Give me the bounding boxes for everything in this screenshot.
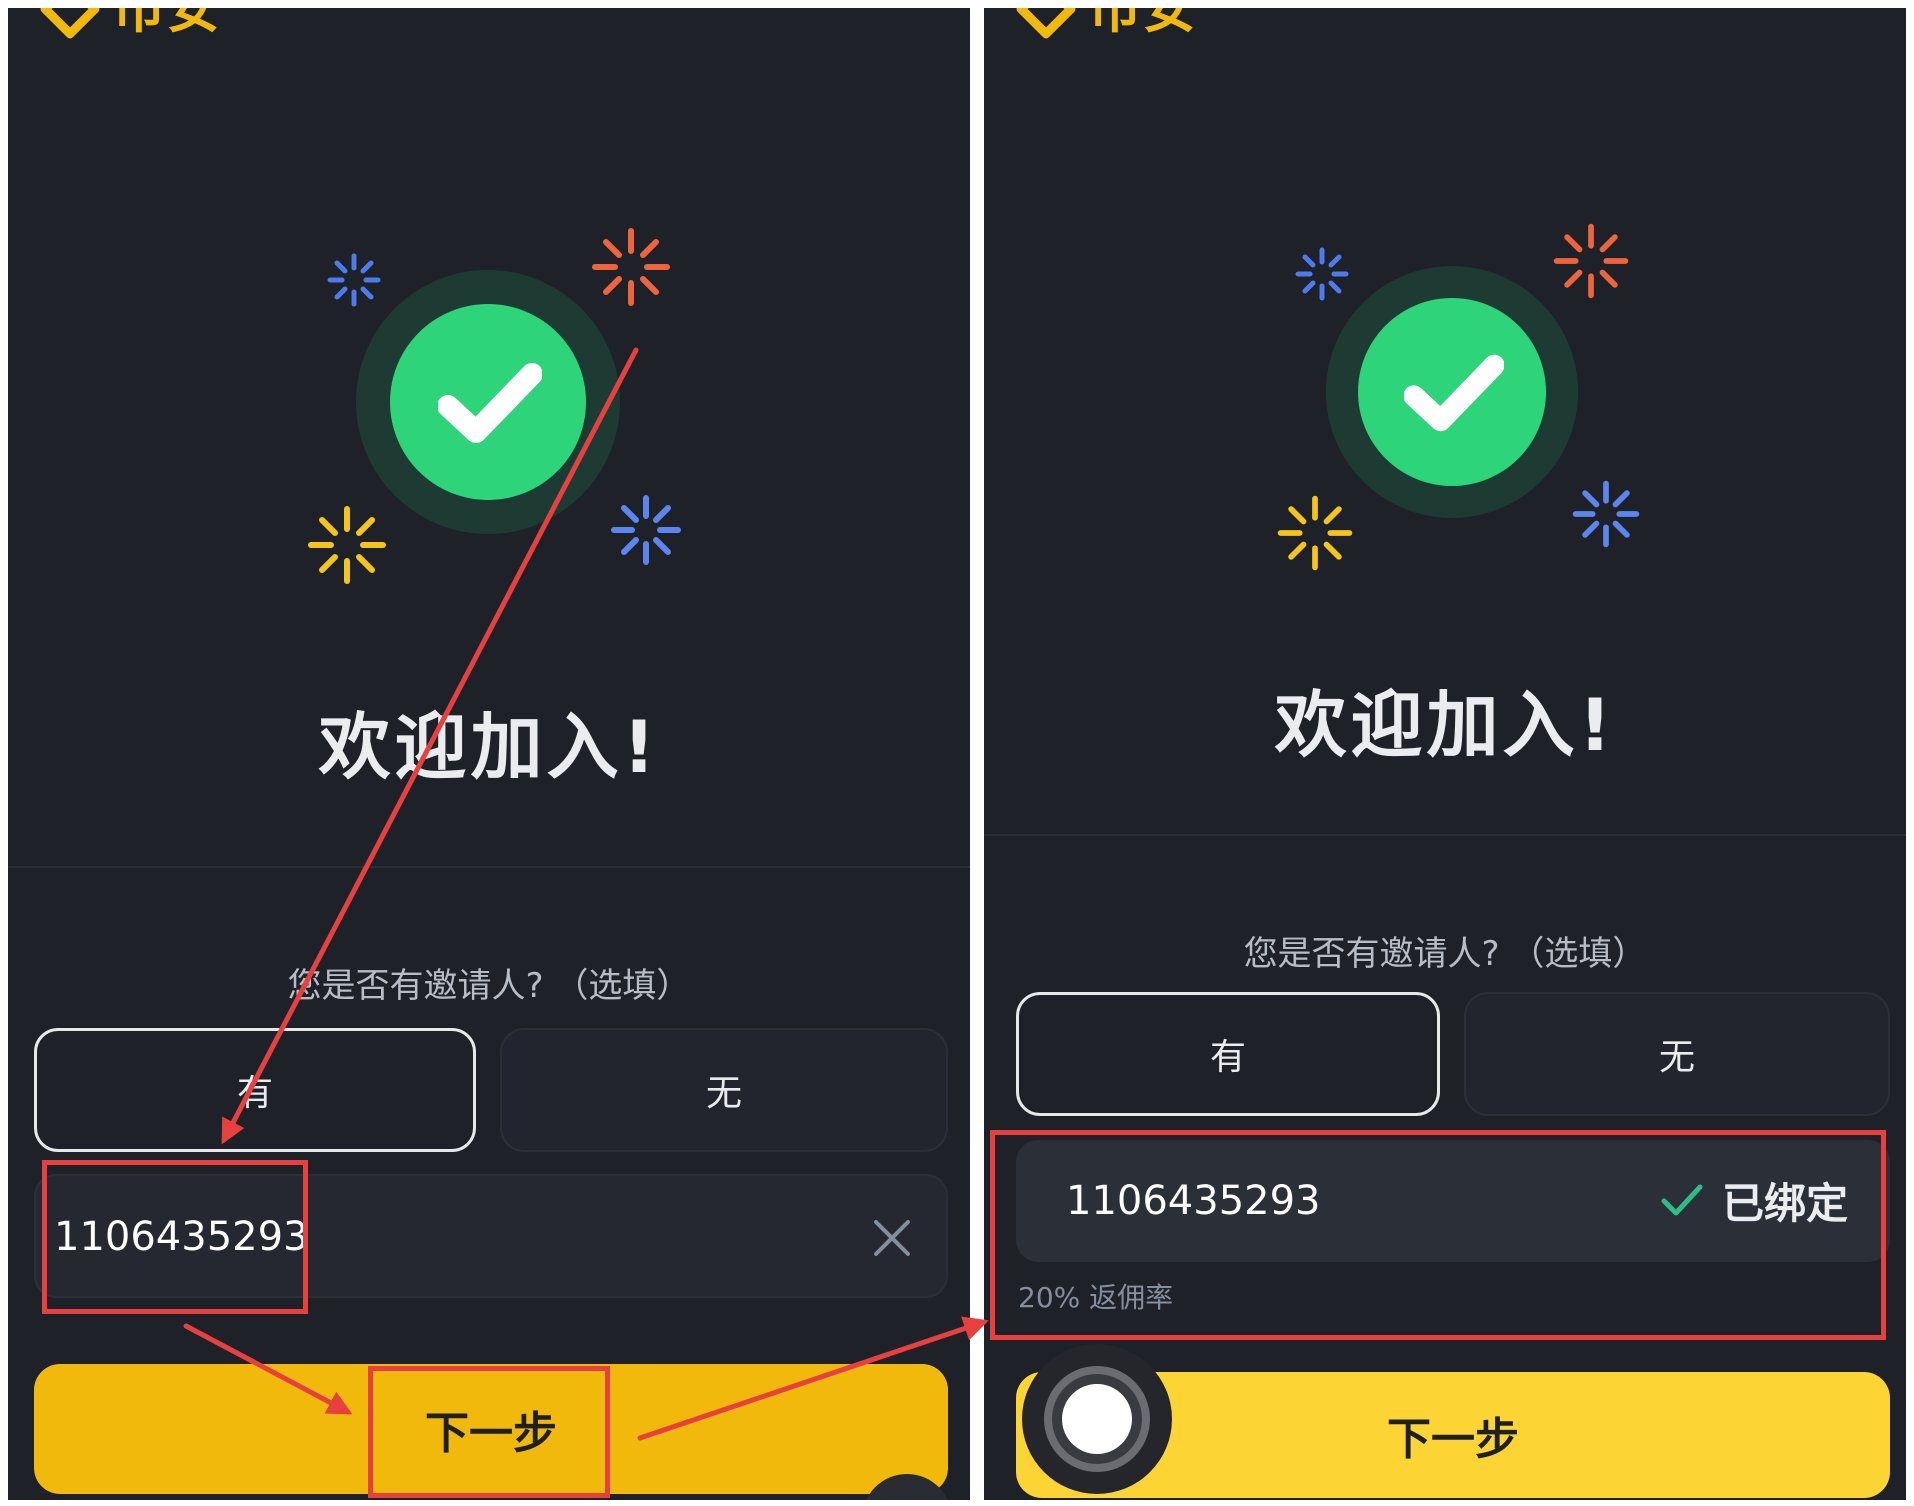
annotation-box-next <box>368 1366 610 1498</box>
section-divider <box>984 834 1906 836</box>
sparkle-yellow-icon <box>308 506 386 584</box>
option-yes-button[interactable]: 有 <box>34 1028 476 1152</box>
check-mark-icon <box>1404 354 1504 432</box>
referral-question: 您是否有邀请人? （选填） <box>287 966 691 1006</box>
option-yes-label: 有 <box>236 1073 273 1114</box>
brand-header: 币安 <box>38 8 220 41</box>
option-no-button[interactable]: 无 <box>1464 992 1890 1116</box>
welcome-title: 欢迎加入! <box>318 705 660 789</box>
option-no-button[interactable]: 无 <box>500 1028 948 1152</box>
tutorial-composite: 币安 欢迎加入! 您是否有邀请人? （选填） 有 无 1106435293 下一… <box>0 0 1914 1506</box>
brand-header: 币安 <box>1014 8 1196 41</box>
right-screen: 币安 欢迎加入! 您是否有邀请人? （选填） 有 无 1106435293 已绑… <box>984 8 1906 1500</box>
annotation-box-code <box>42 1160 308 1314</box>
annotation-box-bound <box>990 1130 1886 1340</box>
referral-question: 您是否有邀请人? （选填） <box>1243 934 1647 974</box>
touch-indicator-dot <box>1062 1384 1132 1454</box>
touch-indicator <box>1022 1344 1172 1494</box>
sparkle-orange-icon <box>592 228 670 306</box>
binance-diamond-icon <box>1014 8 1078 41</box>
close-icon[interactable] <box>872 1218 912 1258</box>
check-mark-icon <box>438 363 542 443</box>
sparkle-blue-large-icon <box>611 495 681 565</box>
option-no-label: 无 <box>705 1073 742 1114</box>
next-step-label: 下一步 <box>1387 1414 1519 1465</box>
left-screen: 币安 欢迎加入! 您是否有邀请人? （选填） 有 无 1106435293 下一… <box>8 8 970 1500</box>
binance-diamond-icon <box>38 8 102 41</box>
brand-name: 币安 <box>1088 8 1196 40</box>
sparkle-blue-icon <box>1295 247 1349 301</box>
option-no-label: 无 <box>1658 1037 1695 1078</box>
welcome-title: 欢迎加入! <box>1274 683 1616 767</box>
option-yes-label: 有 <box>1209 1037 1246 1078</box>
section-divider <box>8 866 970 868</box>
sparkle-yellow-icon <box>1277 495 1353 571</box>
option-yes-button[interactable]: 有 <box>1016 992 1440 1116</box>
sparkle-orange-icon <box>1553 223 1629 299</box>
sparkle-blue-large-icon <box>1572 480 1640 548</box>
sparkle-blue-icon <box>327 253 381 307</box>
brand-name: 币安 <box>112 8 220 40</box>
